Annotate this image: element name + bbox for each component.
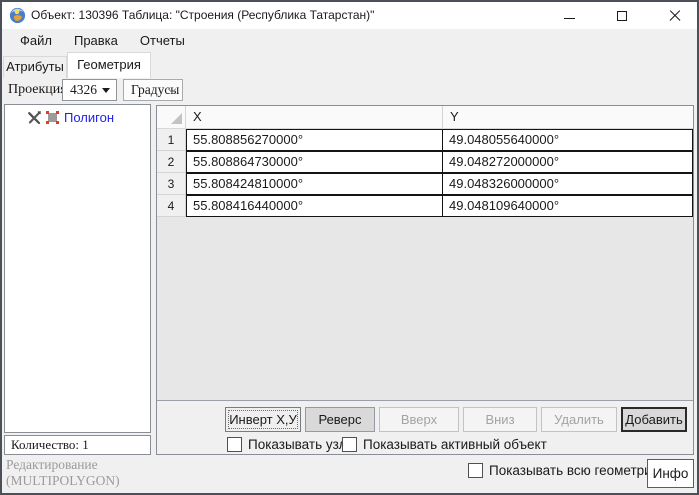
edit-mode-status: Редактирование (MULTIPOLYGON) — [6, 457, 120, 489]
row-number[interactable]: 3 — [157, 173, 186, 195]
cell-y[interactable]: 49.048109640000° — [442, 195, 693, 217]
maximize-icon — [617, 11, 627, 21]
column-header-x[interactable]: X — [186, 106, 443, 128]
column-header-y[interactable]: Y — [443, 106, 693, 128]
row-number[interactable]: 2 — [157, 151, 186, 173]
menu-reports[interactable]: Отчеты — [130, 30, 195, 52]
cell-x[interactable]: 55.808416440000° — [186, 195, 443, 217]
maximize-button[interactable] — [604, 2, 640, 29]
edit-mode-line2: (MULTIPOLYGON) — [6, 473, 120, 489]
tab-geometry[interactable]: Геометрия — [67, 52, 151, 78]
show-all-geometry-checkbox[interactable] — [468, 463, 483, 478]
info-button[interactable]: Инфо — [647, 459, 694, 488]
show-all-geometry-label: Показывать всю геометрию — [489, 462, 662, 480]
projection-select[interactable]: 4326 — [62, 79, 117, 101]
tab-attributes[interactable]: Атрибуты — [3, 56, 67, 78]
geometry-tree-panel: Полигон — [4, 104, 151, 433]
minimize-icon — [564, 18, 575, 19]
menu-edit[interactable]: Правка — [64, 30, 128, 52]
move-up-button: Вверх — [379, 407, 459, 432]
globe-icon — [9, 7, 26, 24]
cell-x[interactable]: 55.808864730000° — [186, 151, 443, 173]
table-header: X Y — [157, 106, 693, 129]
projection-value: 4326 — [70, 80, 97, 100]
projection-row: Проекция: 4326 Градусы — [2, 78, 697, 102]
table-row: 3 55.808424810000° 49.048326000000° — [157, 173, 693, 195]
cell-y[interactable]: 49.048055640000° — [442, 129, 693, 151]
menubar: Файл Правка Отчеты — [2, 29, 697, 52]
edit-tools-icon — [27, 110, 42, 125]
reverse-button[interactable]: Реверс — [305, 407, 375, 432]
edit-mode-line1: Редактирование — [6, 457, 120, 473]
delete-button: Удалить — [541, 407, 617, 432]
cell-y[interactable]: 49.048326000000° — [442, 173, 693, 195]
show-nodes-checkbox[interactable] — [227, 437, 242, 452]
polygon-vertices-icon — [46, 111, 59, 124]
geometry-editor-window: Объект: 130396 Таблица: "Строения (Респу… — [0, 0, 699, 495]
table-row: 2 55.808864730000° 49.048272000000° — [157, 151, 693, 173]
add-button[interactable]: Добавить — [621, 407, 687, 432]
close-button[interactable] — [657, 2, 693, 29]
coordinates-table: X Y 1 55.808856270000° 49.048055640000° … — [157, 106, 693, 401]
cell-y[interactable]: 49.048272000000° — [442, 151, 693, 173]
cell-x[interactable]: 55.808856270000° — [186, 129, 443, 151]
row-number[interactable]: 4 — [157, 195, 186, 217]
show-active-object-label: Показывать активный объект — [363, 436, 547, 454]
coordinates-group: X Y 1 55.808856270000° 49.048055640000° … — [156, 105, 694, 455]
table-row: 4 55.808416440000° 49.048109640000° — [157, 195, 693, 217]
close-icon — [669, 10, 681, 22]
corner-triangle-icon — [171, 113, 182, 124]
window-title: Объект: 130396 Таблица: "Строения (Респу… — [31, 2, 374, 29]
move-down-button: Вниз — [463, 407, 537, 432]
show-nodes-label: Показывать узлы — [248, 436, 356, 454]
units-select[interactable]: Градусы — [123, 79, 183, 101]
minimize-button[interactable] — [551, 2, 587, 29]
cell-x[interactable]: 55.808424810000° — [186, 173, 443, 195]
tree-item-polygon[interactable]: Полигон — [5, 109, 150, 127]
tree-item-label[interactable]: Полигон — [64, 109, 114, 127]
count-box: Количество: 1 — [4, 435, 151, 455]
select-all-corner[interactable] — [157, 106, 186, 128]
table-row: 1 55.808856270000° 49.048055640000° — [157, 129, 693, 151]
row-number[interactable]: 1 — [157, 129, 186, 151]
tabbar: Атрибуты Геометрия — [2, 52, 697, 78]
dropdown-arrow-icon — [102, 88, 110, 93]
menu-file[interactable]: Файл — [10, 30, 62, 52]
titlebar: Объект: 130396 Таблица: "Строения (Респу… — [2, 2, 697, 29]
invert-xy-button[interactable]: Инверт Х,У — [225, 407, 301, 432]
show-active-object-checkbox[interactable] — [342, 437, 357, 452]
